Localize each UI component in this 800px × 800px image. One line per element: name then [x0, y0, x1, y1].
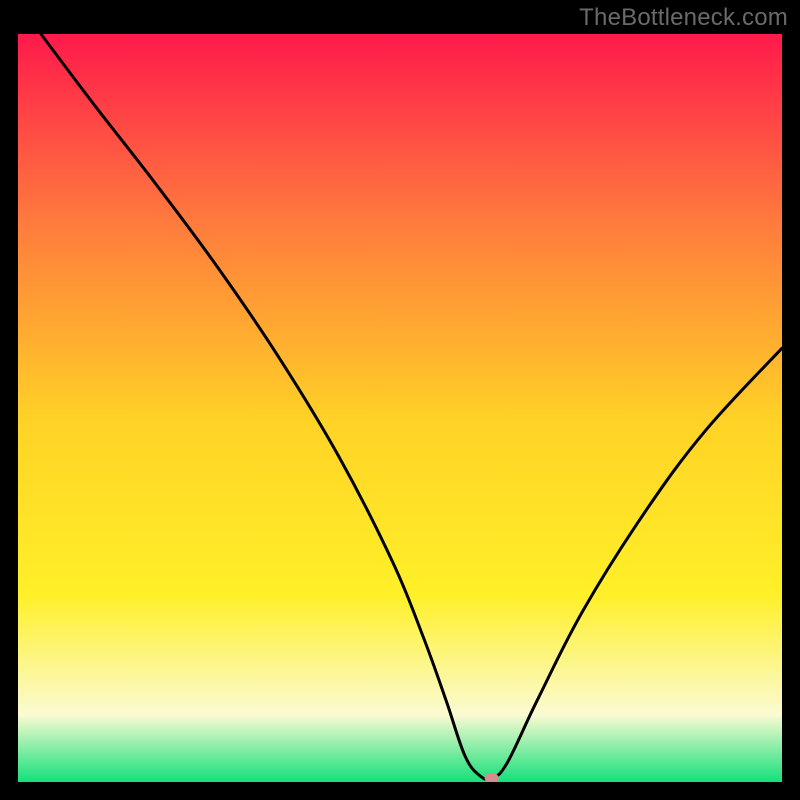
- chart-frame: TheBottleneck.com: [0, 0, 800, 800]
- chart-plot-area: [18, 34, 782, 782]
- watermark-text: TheBottleneck.com: [579, 4, 788, 32]
- gradient-background: [18, 34, 782, 782]
- optimal-point-marker: [485, 773, 499, 782]
- chart-svg: [18, 34, 782, 782]
